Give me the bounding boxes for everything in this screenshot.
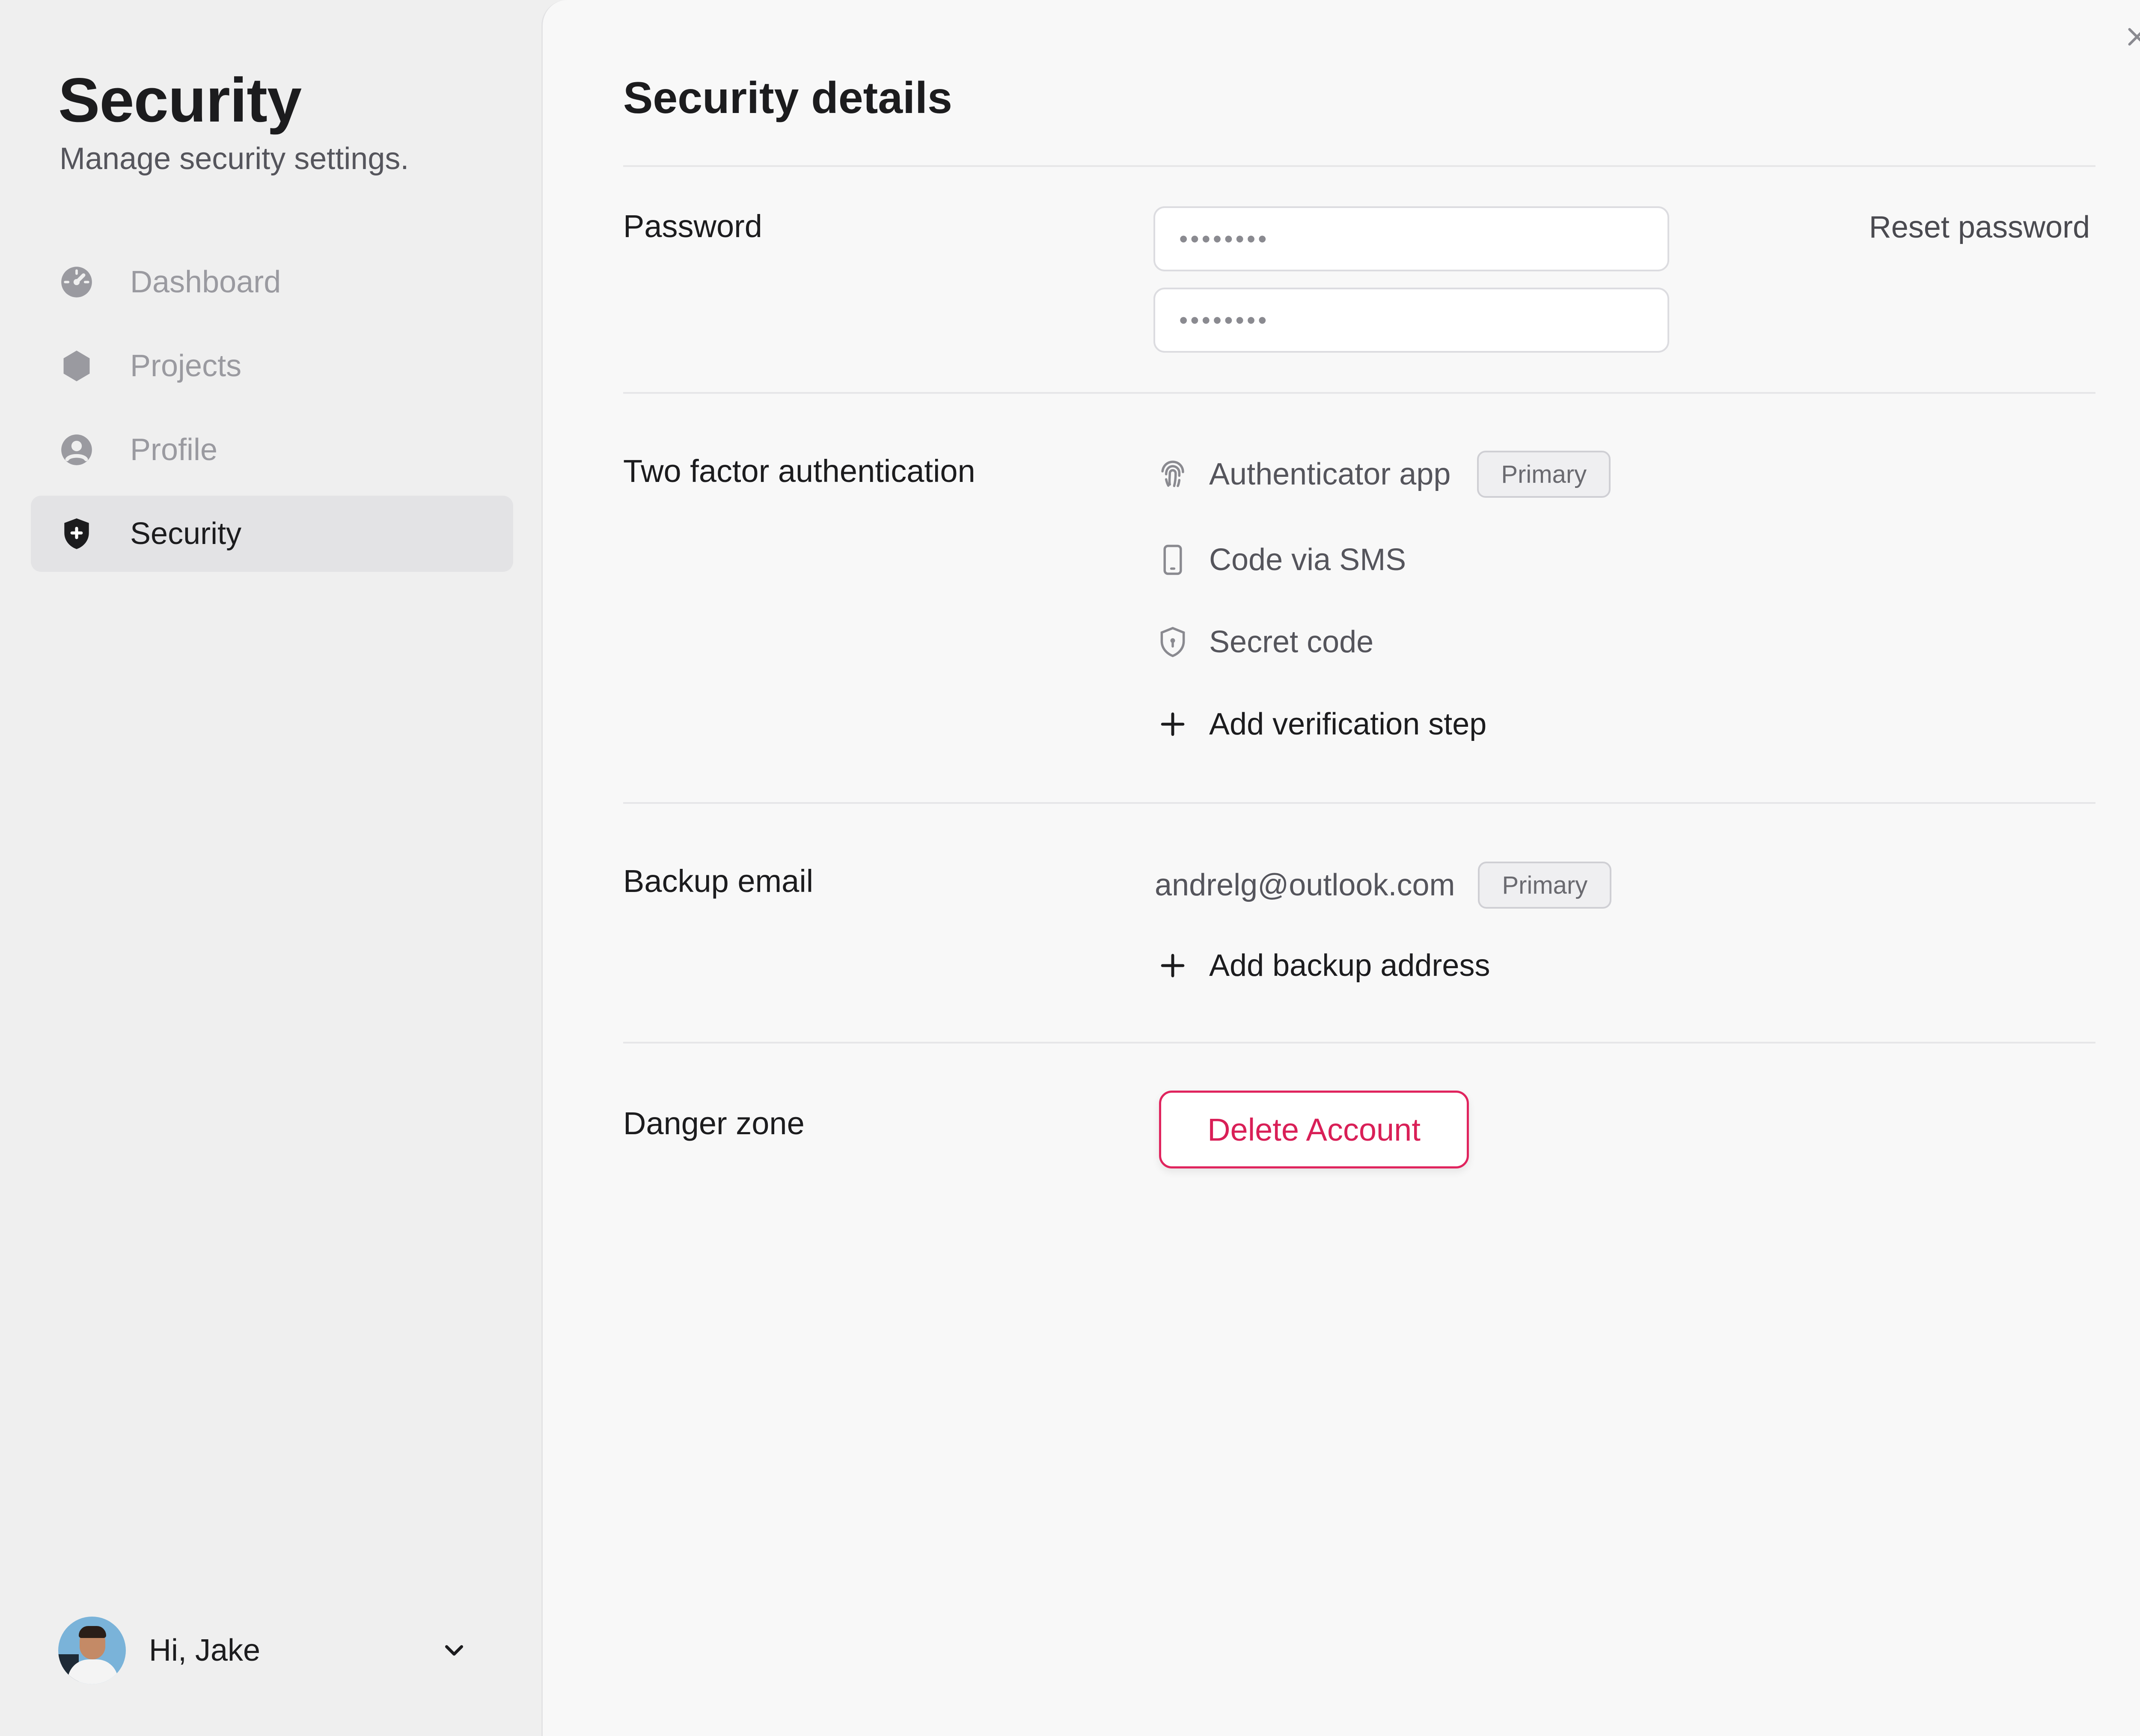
hexagon-icon <box>58 348 95 384</box>
plus-icon <box>1153 705 1192 743</box>
avatar <box>58 1617 126 1684</box>
dashboard-icon <box>58 264 95 300</box>
option-label: Secret code <box>1209 625 1374 659</box>
add-backup-address-button[interactable]: Add backup address <box>1153 940 1490 991</box>
sidebar-item-dashboard[interactable]: Dashboard <box>31 244 513 320</box>
divider <box>623 1042 2095 1043</box>
backup-email-value: andrelg@outlook.com <box>1155 868 1455 902</box>
danger-zone-label: Danger zone <box>623 1106 805 1141</box>
chevron-down-icon[interactable] <box>439 1635 469 1665</box>
sidebar: Security Manage security settings. Dashb… <box>0 0 541 1736</box>
divider <box>623 165 2095 167</box>
sidebar-item-security[interactable]: Security <box>31 496 513 572</box>
user-menu[interactable]: Hi, Jake <box>58 1616 469 1685</box>
primary-badge: Primary <box>1477 451 1611 498</box>
password-label: Password <box>623 208 762 244</box>
option-label: Code via SMS <box>1209 543 1406 577</box>
password-confirm-field[interactable]: •••••••• <box>1153 288 1669 353</box>
user-greeting: Hi, Jake <box>149 1633 261 1668</box>
sidebar-item-projects[interactable]: Projects <box>31 328 513 404</box>
option-label: Authenticator app <box>1209 457 1451 491</box>
phone-icon <box>1153 541 1192 579</box>
fingerprint-icon <box>1153 455 1192 493</box>
sidebar-item-label: Projects <box>130 349 242 383</box>
sidebar-title: Security <box>58 65 302 135</box>
option-authenticator-app[interactable]: Authenticator app Primary <box>1153 449 1611 500</box>
sidebar-subtitle: Manage security settings. <box>59 142 409 176</box>
option-code-via-sms[interactable]: Code via SMS <box>1153 534 1406 586</box>
plus-icon <box>1153 946 1192 985</box>
security-details-panel: Security details Password •••••••• •••••… <box>541 0 2140 1736</box>
add-verification-label: Add verification step <box>1209 707 1487 741</box>
divider <box>623 802 2095 804</box>
add-verification-step-button[interactable]: Add verification step <box>1153 699 1486 750</box>
delete-account-button[interactable]: Delete Account <box>1159 1091 1469 1168</box>
sidebar-item-label: Security <box>130 517 242 551</box>
primary-badge: Primary <box>1478 862 1612 909</box>
user-circle-icon <box>58 431 95 468</box>
add-backup-label: Add backup address <box>1209 948 1490 983</box>
page-title: Security details <box>623 73 952 123</box>
shield-lock-icon <box>1153 623 1192 661</box>
close-icon[interactable] <box>2122 21 2140 52</box>
option-secret-code[interactable]: Secret code <box>1153 616 1373 668</box>
backup-email-entry: andrelg@outlook.com Primary <box>1155 859 1612 911</box>
password-field[interactable]: •••••••• <box>1153 206 1669 271</box>
reset-password-link[interactable]: Reset password <box>1869 210 2090 245</box>
sidebar-item-label: Dashboard <box>130 265 281 299</box>
sidebar-nav: Dashboard Projects Profile Security <box>31 244 513 580</box>
sidebar-item-profile[interactable]: Profile <box>31 412 513 488</box>
divider <box>623 392 2095 394</box>
sidebar-item-label: Profile <box>130 433 218 467</box>
shield-plus-icon <box>58 515 95 552</box>
two-factor-label: Two factor authentication <box>623 453 975 489</box>
backup-email-label: Backup email <box>623 863 814 899</box>
